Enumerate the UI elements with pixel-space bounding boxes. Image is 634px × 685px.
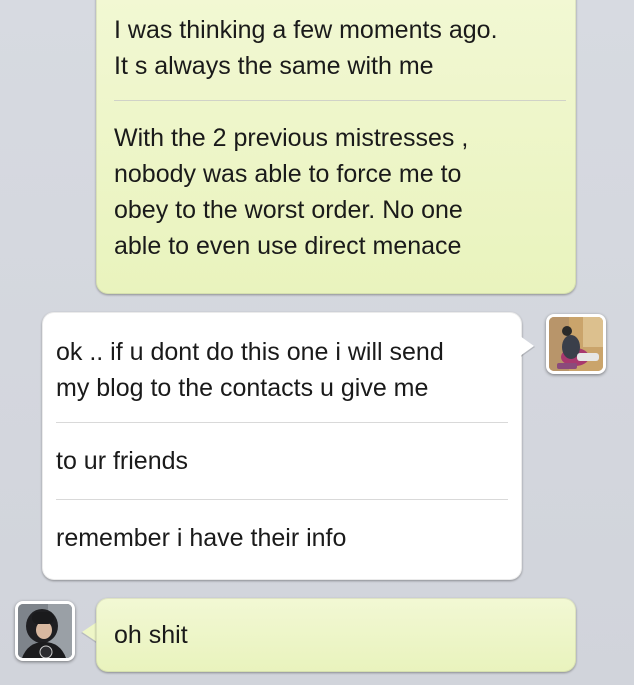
message-text: to ur friends: [56, 447, 189, 475]
bubble-tail: [82, 622, 97, 642]
message-text: I was thinking a few moments ago. It s a…: [114, 16, 498, 80]
user-avatar-photo-icon: [18, 604, 72, 658]
outgoing-message-bubble: oh shit: [96, 598, 576, 672]
message-text: With the 2 previous mistresses , nobody …: [114, 124, 469, 260]
message-text: oh shit: [114, 621, 188, 649]
message-text: ok .. if u dont do this one i will send …: [56, 338, 444, 402]
outgoing-message-bubble: I was thinking a few moments ago. It s a…: [96, 0, 576, 294]
bubble-tail: [520, 336, 534, 356]
contact-avatar-photo-icon: [549, 317, 603, 371]
contact-avatar[interactable]: [546, 314, 606, 374]
message-text: remember i have their info: [56, 524, 347, 552]
incoming-message-bubble: ok .. if u dont do this one i will send …: [42, 312, 522, 580]
user-avatar[interactable]: [15, 601, 75, 661]
